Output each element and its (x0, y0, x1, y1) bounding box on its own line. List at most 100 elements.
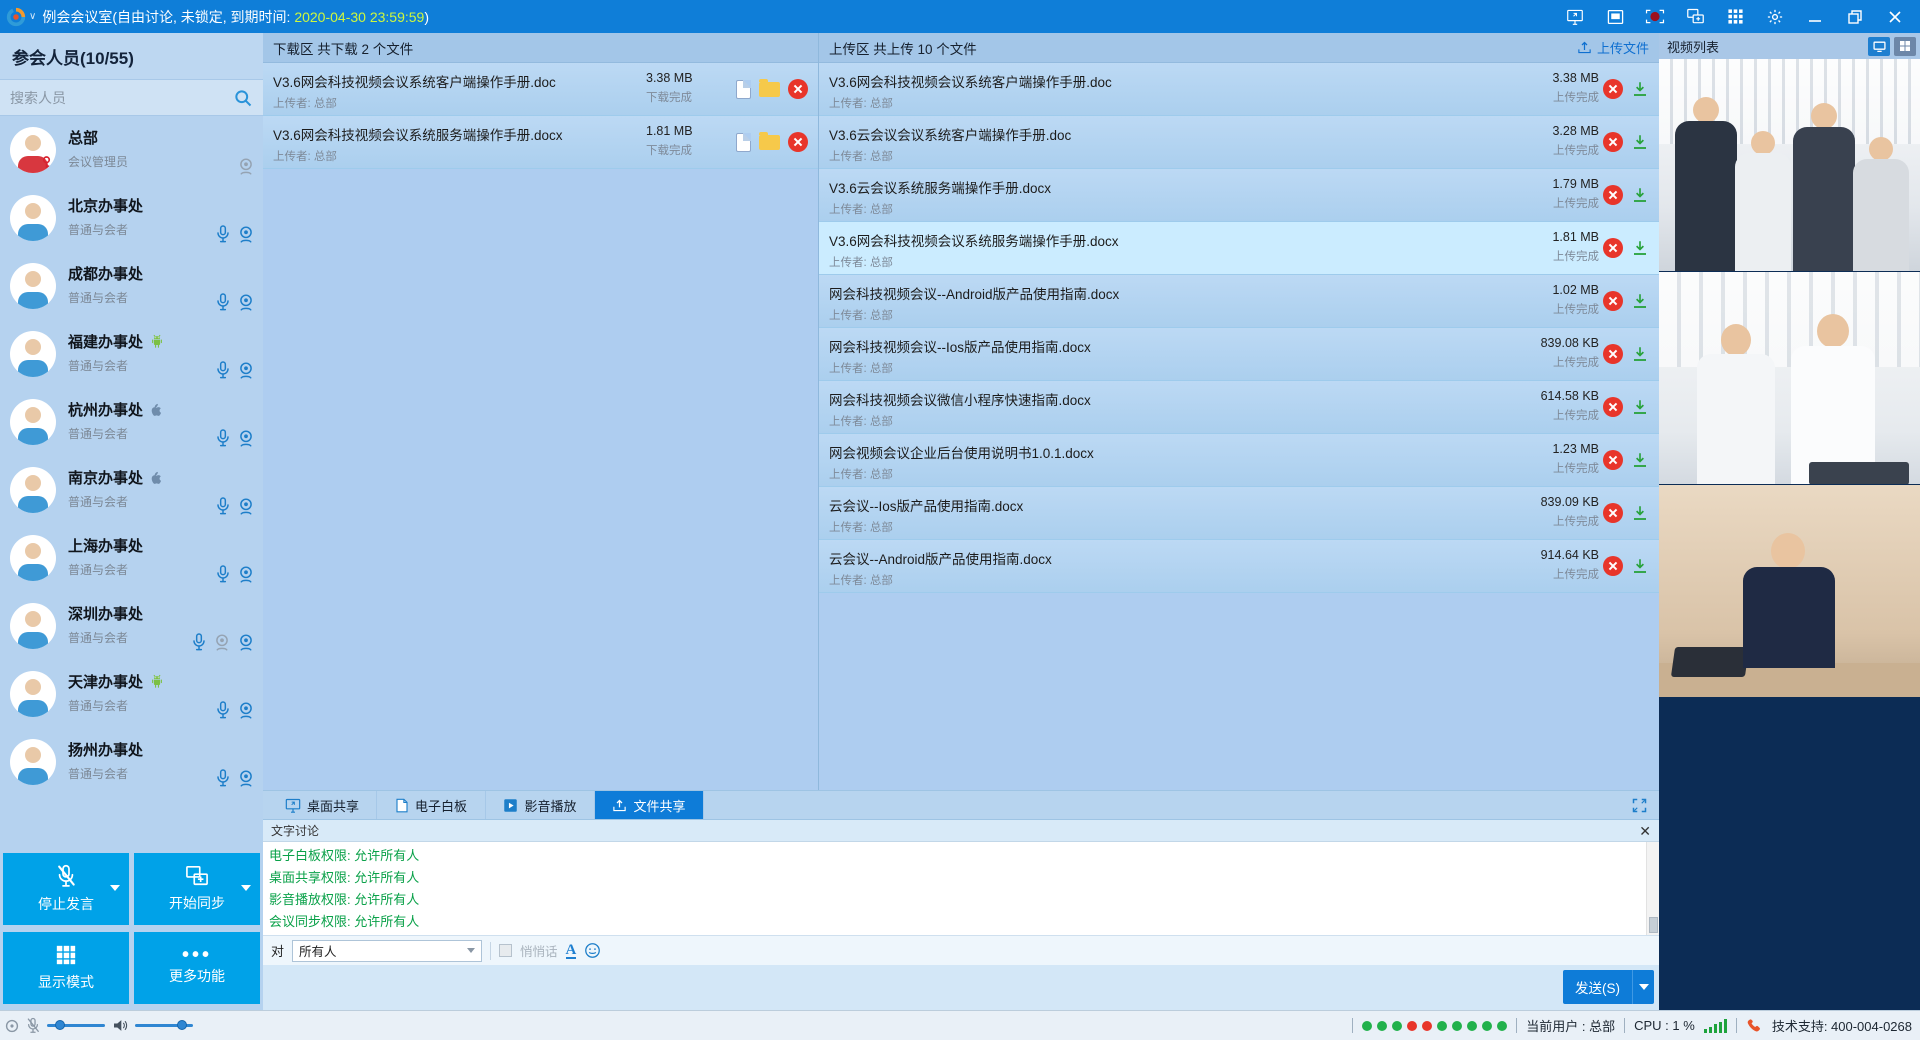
video-thumbnail[interactable] (1659, 59, 1920, 272)
download-file-row[interactable]: V3.6网会科技视频会议系统服务端操作手册.docx 上传者: 总部 1.81 … (263, 116, 818, 169)
speaker-volume-slider[interactable] (135, 1024, 193, 1027)
delete-icon[interactable] (1603, 185, 1623, 205)
emoji-icon[interactable] (584, 942, 601, 959)
recipient-select[interactable]: 所有人 (292, 940, 482, 962)
sync-screens-icon[interactable] (1680, 5, 1710, 29)
mic-icon[interactable] (215, 224, 231, 244)
apps-grid-icon[interactable] (1720, 5, 1750, 29)
download-icon[interactable] (1631, 557, 1649, 575)
minimize-icon[interactable] (1800, 5, 1830, 29)
mic-icon[interactable] (215, 768, 231, 788)
expand-icon[interactable] (1632, 798, 1647, 813)
delete-icon[interactable] (1603, 556, 1623, 576)
search-icon[interactable] (233, 88, 253, 108)
chat-close-icon[interactable]: ✕ (1639, 824, 1651, 838)
delete-icon[interactable] (1603, 344, 1623, 364)
participant-row[interactable]: 南京办事处 普通与会者 (0, 456, 263, 524)
video-thumbnail[interactable] (1659, 485, 1920, 698)
chevron-down-icon[interactable]: ∨ (29, 11, 36, 22)
participant-search[interactable] (0, 80, 263, 116)
chat-scrollbar[interactable] (1646, 842, 1659, 935)
download-icon[interactable] (1631, 186, 1649, 204)
camera-icon[interactable] (237, 769, 255, 788)
mic-icon[interactable] (215, 700, 231, 720)
camera-icon[interactable] (237, 361, 255, 380)
download-icon[interactable] (1631, 345, 1649, 363)
upload-file-row[interactable]: V3.6云会议会议系统客户端操作手册.doc 上传者: 总部 3.28 MB 上… (819, 116, 1659, 169)
camera-icon[interactable] (237, 497, 255, 516)
tab-desktop-share[interactable]: 桌面共享 (268, 791, 377, 819)
mic-icon[interactable] (215, 564, 231, 584)
upload-file-row[interactable]: V3.6云会议系统服务端操作手册.docx 上传者: 总部 1.79 MB 上传… (819, 169, 1659, 222)
delete-icon[interactable] (788, 132, 808, 152)
record-dot-icon[interactable] (5, 1019, 19, 1033)
upload-file-row[interactable]: 网会视频会议企业后台使用说明书1.0.1.docx 上传者: 总部 1.23 M… (819, 434, 1659, 487)
camera-icon[interactable] (237, 293, 255, 312)
mic-icon[interactable] (215, 496, 231, 516)
tab-whiteboard[interactable]: 电子白板 (377, 791, 486, 819)
dropdown-caret-icon[interactable] (110, 885, 120, 891)
settings-icon[interactable] (1760, 5, 1790, 29)
open-folder-icon[interactable] (759, 135, 780, 150)
mic-icon[interactable] (215, 428, 231, 448)
download-icon[interactable] (1631, 133, 1649, 151)
stop-speaking-button[interactable]: 停止发言 (3, 853, 129, 925)
participant-row[interactable]: 上海办事处 普通与会者 (0, 524, 263, 592)
participant-row[interactable]: 扬州办事处 普通与会者 (0, 728, 263, 796)
upload-file-row[interactable]: 网会科技视频会议微信小程序快速指南.docx 上传者: 总部 614.58 KB… (819, 381, 1659, 434)
tab-file-share[interactable]: 文件共享 (595, 791, 704, 819)
mic-muted-icon[interactable] (26, 1017, 40, 1034)
send-options-button[interactable] (1632, 970, 1654, 1004)
whisper-checkbox[interactable] (499, 944, 512, 957)
upload-file-row[interactable]: 云会议--Ios版产品使用指南.docx 上传者: 总部 839.09 KB 上… (819, 487, 1659, 540)
participant-row[interactable]: 北京办事处 普通与会者 (0, 184, 263, 252)
upload-file-button[interactable]: 上传文件 (1577, 38, 1649, 57)
camera-icon[interactable] (237, 429, 255, 448)
delete-icon[interactable] (1603, 291, 1623, 311)
camera-icon[interactable] (237, 565, 255, 584)
participant-row[interactable]: 杭州办事处 普通与会者 (0, 388, 263, 456)
dropdown-caret-icon[interactable] (241, 885, 251, 891)
close-icon[interactable] (1880, 5, 1910, 29)
mic-volume-slider[interactable] (47, 1024, 105, 1027)
download-icon[interactable] (1631, 451, 1649, 469)
speaker-icon[interactable] (112, 1018, 128, 1033)
delete-icon[interactable] (1603, 79, 1623, 99)
upload-file-row[interactable]: 网会科技视频会议--Ios版产品使用指南.docx 上传者: 总部 839.08… (819, 328, 1659, 381)
message-compose-area[interactable]: 发送(S) (263, 965, 1659, 1010)
open-file-icon[interactable] (736, 80, 751, 99)
upload-file-row[interactable]: V3.6网会科技视频会议系统服务端操作手册.docx 上传者: 总部 1.81 … (819, 222, 1659, 275)
camera-off-icon[interactable] (237, 157, 255, 176)
record-icon[interactable] (1640, 5, 1670, 29)
participant-row[interactable]: 福建办事处 普通与会者 (0, 320, 263, 388)
delete-icon[interactable] (1603, 238, 1623, 258)
camera-off-icon[interactable] (213, 633, 231, 652)
download-icon[interactable] (1631, 239, 1649, 257)
camera-icon[interactable] (237, 701, 255, 720)
more-functions-button[interactable]: ••• 更多功能 (134, 932, 260, 1004)
video-layout-icon[interactable] (1894, 37, 1916, 56)
upload-file-row[interactable]: 网会科技视频会议--Android版产品使用指南.docx 上传者: 总部 1.… (819, 275, 1659, 328)
camera-icon[interactable] (237, 633, 255, 652)
video-thumbnail[interactable] (1659, 272, 1920, 485)
download-icon[interactable] (1631, 398, 1649, 416)
mic-icon[interactable] (191, 632, 207, 652)
search-input[interactable] (10, 90, 233, 106)
tab-media-play[interactable]: 影音播放 (486, 791, 595, 819)
participant-row[interactable]: 深圳办事处 普通与会者 (0, 592, 263, 660)
delete-icon[interactable] (1603, 503, 1623, 523)
display-mode-button[interactable]: 显示模式 (3, 932, 129, 1004)
maximize-icon[interactable] (1840, 5, 1870, 29)
start-sync-button[interactable]: 开始同步 (134, 853, 260, 925)
participant-row[interactable]: 天津办事处 普通与会者 (0, 660, 263, 728)
open-folder-icon[interactable] (759, 82, 780, 97)
video-mode-icon[interactable] (1868, 37, 1890, 56)
mic-icon[interactable] (215, 292, 231, 312)
participant-row[interactable]: 总部 会议管理员 (0, 116, 263, 184)
participant-row[interactable]: 成都办事处 普通与会者 (0, 252, 263, 320)
open-file-icon[interactable] (736, 133, 751, 152)
upload-file-row[interactable]: 云会议--Android版产品使用指南.docx 上传者: 总部 914.64 … (819, 540, 1659, 593)
delete-icon[interactable] (1603, 397, 1623, 417)
mic-icon[interactable] (215, 360, 231, 380)
download-icon[interactable] (1631, 80, 1649, 98)
